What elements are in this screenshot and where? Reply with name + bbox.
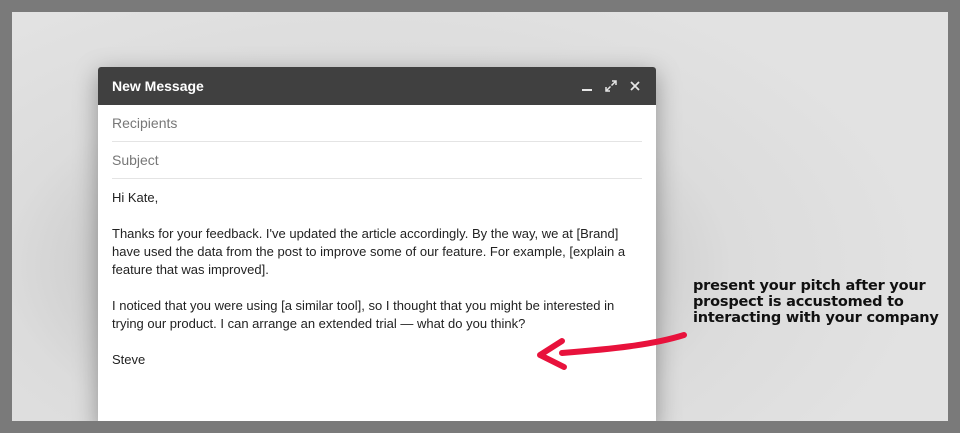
recipients-field (112, 105, 642, 142)
compose-title: New Message (112, 78, 204, 94)
annotation-arrow-icon (537, 332, 687, 370)
recipients-input[interactable] (112, 115, 642, 131)
arrow-shaft (559, 332, 687, 356)
subject-field (112, 142, 642, 179)
close-icon[interactable] (628, 79, 642, 93)
window-controls (580, 79, 642, 93)
subject-input[interactable] (112, 152, 642, 168)
message-paragraph-1: Thanks for your feedback. I've updated t… (112, 226, 626, 277)
background-canvas: New Message Recipients Subject Hi Kate, … (12, 12, 948, 421)
message-greeting: Hi Kate, (112, 190, 159, 205)
minimize-icon[interactable] (580, 79, 594, 93)
annotation-text: present your pitch after your prospect i… (693, 278, 945, 326)
expand-icon[interactable] (604, 79, 618, 93)
annotation-line-1: present your pitch after your (693, 278, 926, 294)
annotation-line-3: interacting with your company (693, 310, 939, 326)
annotation-line-2: prospect is accustomed to (693, 294, 904, 310)
compose-titlebar: New Message (98, 67, 656, 105)
